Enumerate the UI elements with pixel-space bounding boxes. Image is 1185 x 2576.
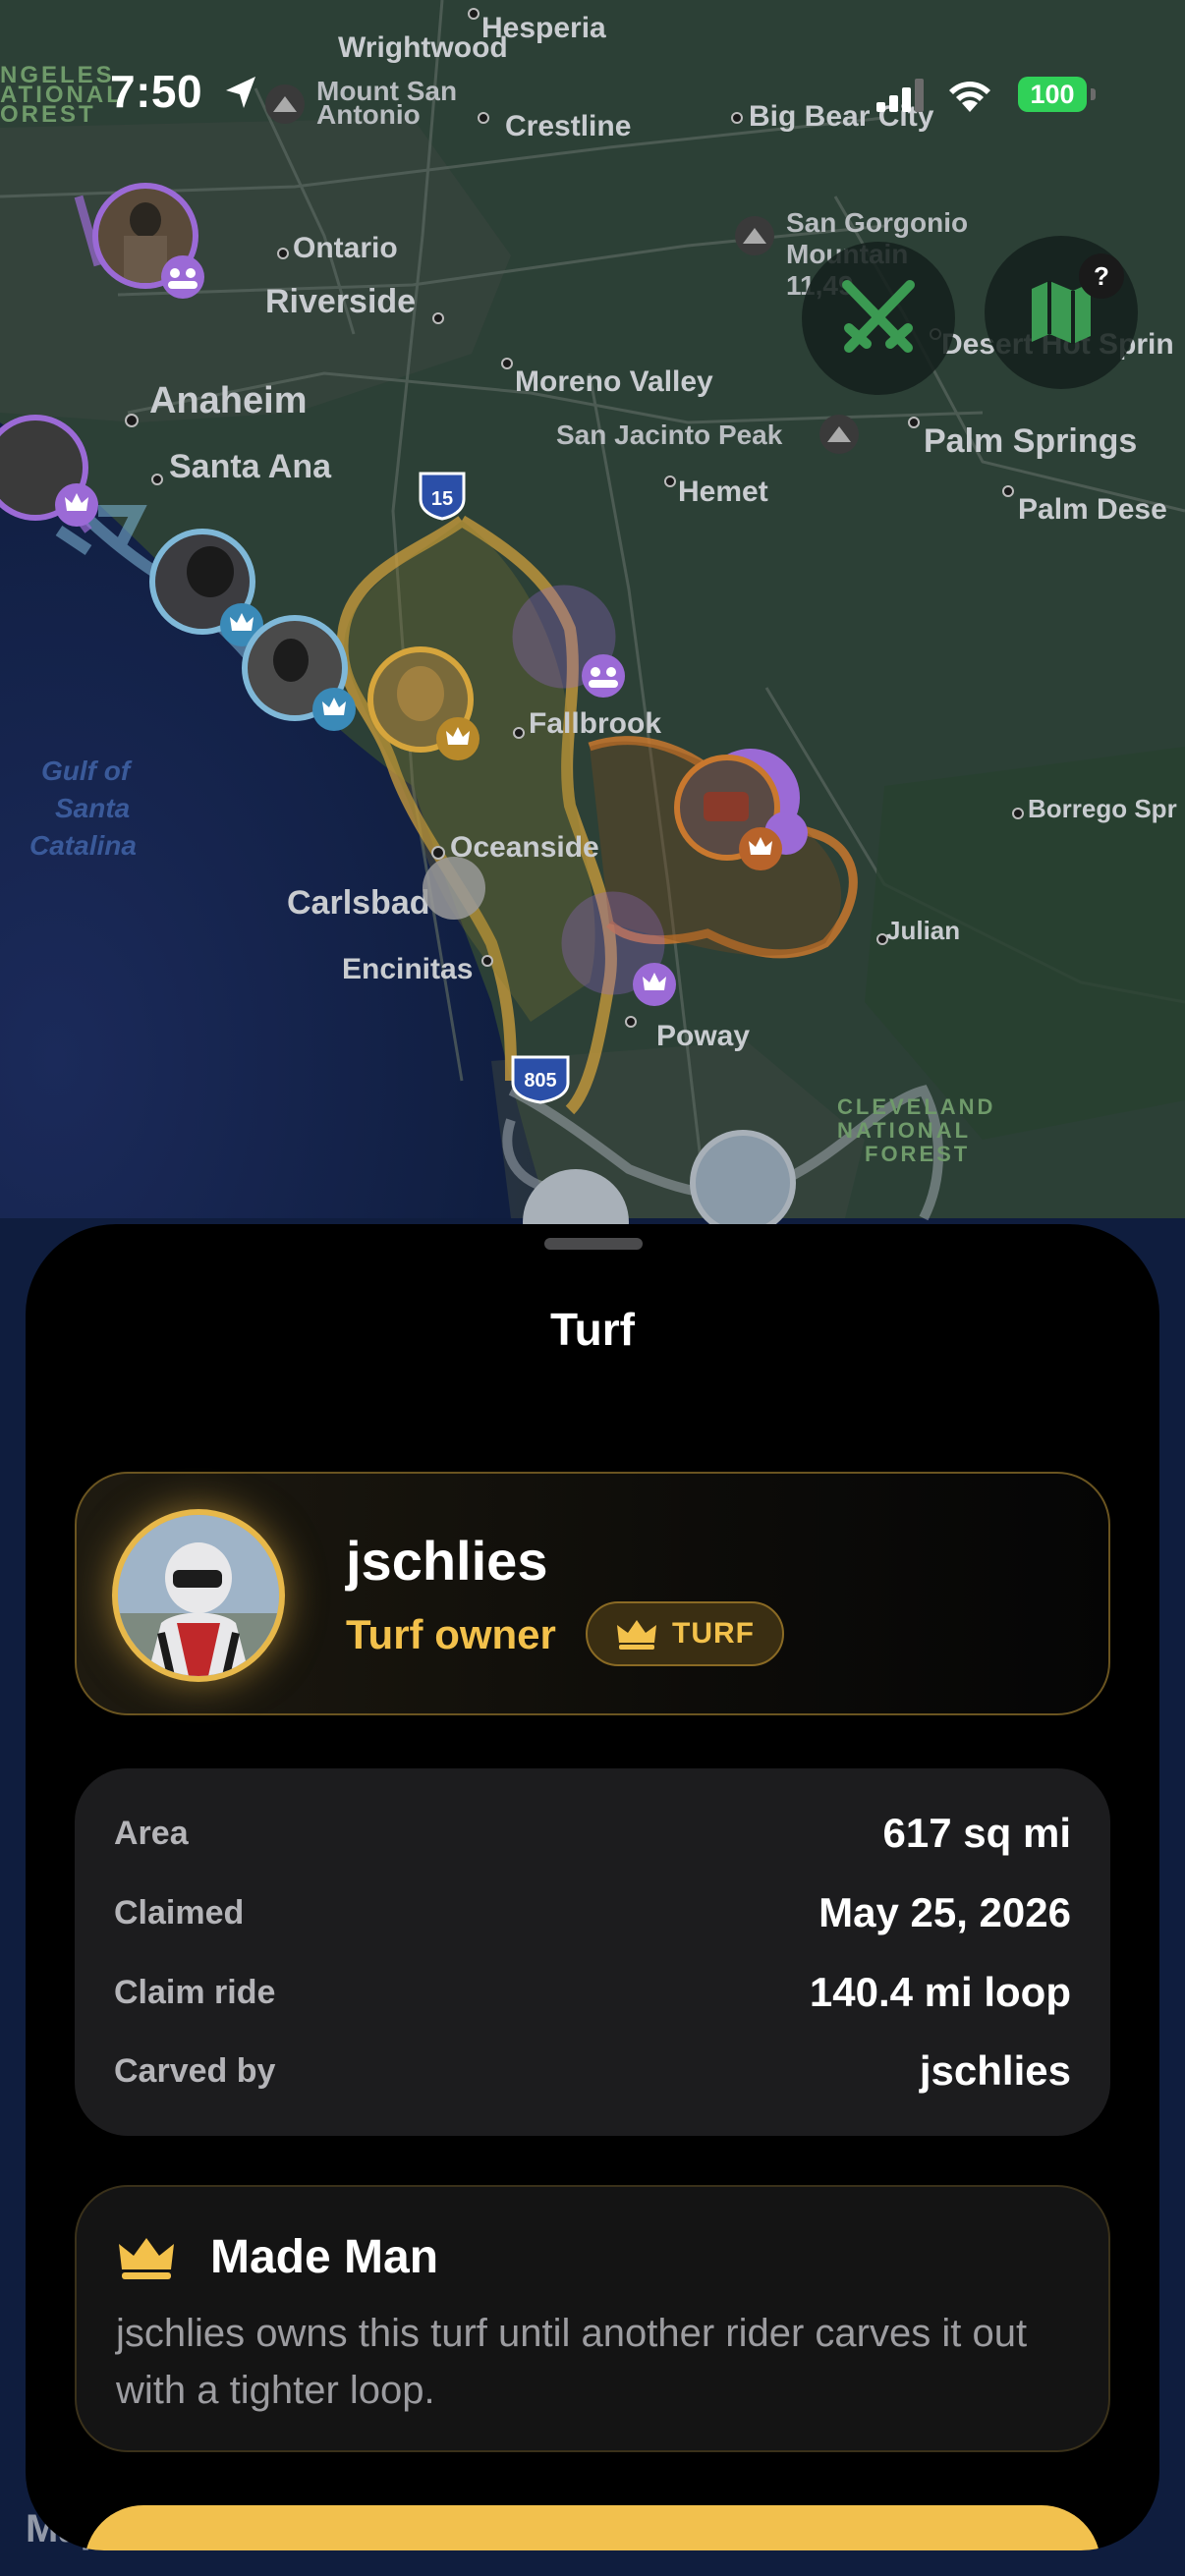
turf-sheet: Turf jschlies Turf owner TURF Area 617 s… — [26, 1224, 1159, 2550]
owner-card[interactable]: jschlies Turf owner TURF — [75, 1472, 1110, 1715]
map-label: CLEVELAND — [837, 1094, 995, 1119]
map-label: Gulf of — [41, 756, 133, 786]
map-label: NATIONAL — [837, 1118, 971, 1143]
stat-value[interactable]: jschlies — [920, 2047, 1071, 2095]
stat-value: 617 sq mi — [882, 1810, 1071, 1856]
map-label: Riverside — [265, 283, 416, 320]
status-bar: 7:50 100 — [0, 0, 1185, 187]
owner-username: jschlies — [346, 1530, 548, 1592]
map-label: FOREST — [865, 1142, 970, 1166]
turf-badge-label: TURF — [672, 1617, 755, 1650]
map-label: Borrego Spr — [1028, 794, 1177, 823]
battery-level: 100 — [1018, 77, 1087, 112]
turf-stats-card: Area 617 sq mi Claimed May 25, 2026 Clai… — [75, 1768, 1110, 2136]
primary-action-button[interactable] — [85, 2505, 1100, 2550]
map-label: Julian — [886, 916, 960, 945]
help-badge[interactable]: ? — [1079, 253, 1124, 299]
map-label: Palm Springs — [924, 422, 1137, 460]
crossed-swords-icon — [842, 280, 915, 353]
sheet-grabber[interactable] — [544, 1238, 643, 1250]
map-label: Catalina — [29, 830, 137, 861]
stat-label: Claimed — [114, 1893, 245, 1932]
stat-label: Carved by — [114, 2051, 276, 2090]
sheet-title: Turf — [549, 1304, 635, 1355]
svg-text:15: 15 — [431, 488, 453, 510]
svg-text:805: 805 — [524, 1070, 556, 1092]
map-label: Carlsbad — [287, 884, 430, 922]
highway-shield-15: 15 — [419, 472, 466, 521]
map-location-dot — [423, 857, 485, 920]
map-label: Moreno Valley — [515, 365, 713, 398]
crown-icon — [119, 2238, 174, 2279]
highway-shield-805: 805 — [511, 1055, 570, 1104]
stat-label: Area — [114, 1814, 189, 1852]
map-label: Palm Dese — [1018, 493, 1167, 526]
map-label: San Jacinto Peak — [556, 420, 783, 450]
map-label: Anaheim — [149, 380, 307, 421]
map-label: San Gorgonio — [786, 207, 968, 238]
stat-row-area: Area 617 sq mi — [114, 1794, 1071, 1873]
map-label: Oceanside — [450, 831, 599, 864]
owner-role: Turf owner — [346, 1611, 556, 1657]
map-label: Ontario — [293, 232, 398, 264]
stat-value: May 25, 2026 — [818, 1889, 1071, 1935]
status-time: 7:50 — [110, 66, 203, 117]
location-arrow-icon — [226, 77, 255, 108]
owner-avatar — [118, 1515, 279, 1676]
cellular-signal-icon — [876, 79, 924, 112]
stat-row-claim-ride: Claim ride 140.4 mi loop — [114, 1953, 1071, 2032]
wifi-icon — [949, 82, 990, 112]
stat-row-claimed: Claimed May 25, 2026 — [114, 1874, 1071, 1952]
rank-title: Made Man — [210, 2231, 439, 2283]
stat-label: Claim ride — [114, 1973, 276, 2011]
map-label: Santa Ana — [169, 448, 332, 485]
map-label: Hemet — [678, 476, 768, 508]
map-label: Poway — [656, 1020, 750, 1052]
battery-tip — [1091, 88, 1096, 100]
rank-card: Made Man jschlies owns this turf until a… — [75, 2185, 1110, 2452]
battle-button[interactable] — [802, 242, 955, 395]
turf-badge: TURF — [586, 1601, 784, 1666]
stat-row-carved-by: Carved by jschlies — [114, 2032, 1071, 2110]
rank-description: jschlies owns this turf until another ri… — [116, 2312, 1028, 2412]
crown-icon — [617, 1620, 656, 1650]
map-label: Santa — [55, 793, 130, 823]
map-label: Encinitas — [342, 953, 473, 985]
owner-avatar-ring — [112, 1509, 285, 1682]
stat-value: 140.4 mi loop — [809, 1969, 1071, 2015]
map-label: Fallbrook — [529, 707, 661, 740]
